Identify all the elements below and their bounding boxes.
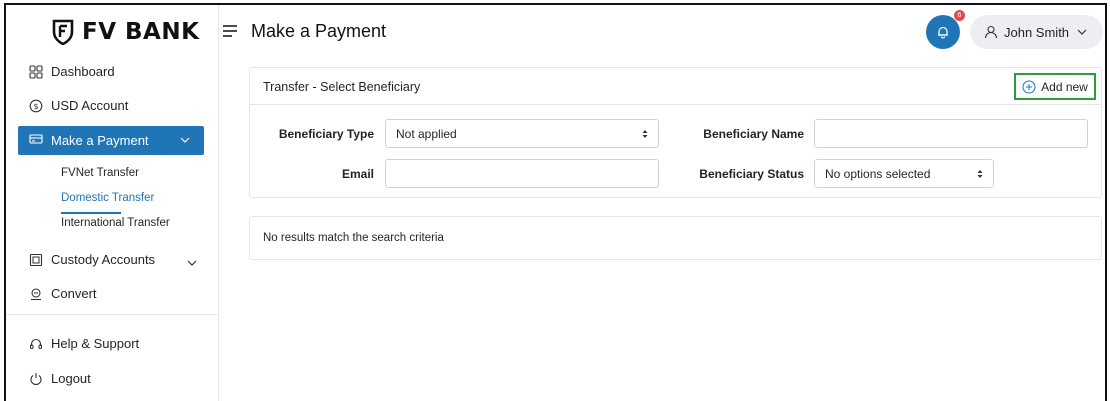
convert-icon: [29, 287, 43, 301]
sidebar-item-logout[interactable]: Logout: [29, 371, 91, 386]
add-new-button[interactable]: Add new: [1014, 73, 1096, 100]
add-new-label: Add new: [1041, 79, 1088, 94]
menu-hamburger-icon[interactable]: [223, 25, 237, 37]
sidebar-item-label: Help & Support: [51, 336, 140, 351]
plus-circle-icon: [1022, 80, 1036, 93]
results-panel: No results match the search criteria: [249, 216, 1102, 260]
beneficiary-status-label: Beneficiary Status: [699, 167, 804, 181]
sidebar-item-usd-account[interactable]: $ USD Account: [29, 98, 128, 113]
chevron-down-icon[interactable]: [187, 258, 197, 268]
sidebar-item-make-a-payment[interactable]: Make a Payment: [18, 126, 204, 155]
app-window: FV BANK Dashboard $ USD Account Make a P…: [4, 3, 1107, 401]
no-results-message: No results match the search criteria: [263, 232, 444, 244]
beneficiary-type-value: Not applied: [396, 126, 457, 141]
sidebar-item-dashboard[interactable]: Dashboard: [29, 64, 115, 79]
beneficiary-name-label: Beneficiary Name: [703, 127, 804, 141]
notification-count-badge: 6: [954, 10, 965, 21]
panel-header: Transfer - Select Beneficiary Add new: [250, 68, 1101, 105]
active-subitem-underline: [61, 212, 121, 214]
payment-icon: [29, 132, 43, 149]
sidebar-subitem-fvnet-transfer[interactable]: FVNet Transfer: [61, 167, 139, 179]
shield-logo-icon: [52, 19, 74, 45]
bell-icon: [938, 26, 948, 39]
sidebar-divider: [6, 314, 218, 315]
sidebar-item-label: Custody Accounts: [51, 252, 156, 267]
sidebar-item-custody-accounts[interactable]: Custody Accounts: [29, 252, 155, 267]
chevron-down-icon: [1077, 29, 1087, 35]
sidebar-subitem-international-transfer[interactable]: International Transfer: [61, 217, 170, 229]
sidebar-item-label: Dashboard: [51, 64, 115, 79]
sidebar-item-help-support[interactable]: Help & Support: [29, 336, 139, 351]
user-icon: [984, 25, 998, 39]
headset-icon: [29, 337, 43, 351]
email-input[interactable]: [385, 159, 659, 188]
sidebar-item-label: Logout: [51, 371, 91, 386]
beneficiary-name-input[interactable]: [814, 119, 1088, 148]
beneficiary-status-value: No options selected: [825, 166, 931, 181]
notifications-button[interactable]: [926, 15, 960, 49]
svg-text:$: $: [33, 102, 38, 111]
select-arrows-icon: [642, 130, 648, 138]
brand-logo[interactable]: FV BANK: [52, 19, 199, 45]
sidebar-item-label: USD Account: [51, 98, 129, 113]
user-name: John Smith: [1004, 24, 1070, 40]
beneficiary-type-select[interactable]: Not applied: [385, 119, 659, 148]
dollar-circle-icon: $: [29, 99, 43, 113]
brand-name: FV BANK: [82, 19, 200, 45]
select-beneficiary-panel: Transfer - Select Beneficiary Add new Be…: [249, 67, 1102, 198]
chevron-down-icon: [180, 137, 190, 143]
sidebar-item-label: Convert: [51, 286, 97, 301]
sidebar-subitem-domestic-transfer[interactable]: Domestic Transfer: [61, 192, 154, 204]
beneficiary-type-label: Beneficiary Type: [278, 127, 374, 141]
sidebar-item-label: Make a Payment: [51, 133, 149, 148]
power-icon: [29, 372, 43, 386]
panel-title: Transfer - Select Beneficiary: [263, 80, 421, 94]
select-arrows-icon: [977, 170, 983, 178]
user-menu-button[interactable]: John Smith: [970, 15, 1103, 49]
email-label: Email: [341, 167, 374, 181]
dashboard-grid-icon: [29, 64, 43, 79]
beneficiary-status-select[interactable]: No options selected: [814, 159, 994, 188]
custody-icon: [29, 253, 43, 267]
page-title: Make a Payment: [251, 21, 387, 41]
sidebar-item-convert[interactable]: Convert: [29, 286, 97, 301]
sidebar: FV BANK Dashboard $ USD Account Make a P…: [6, 5, 219, 401]
